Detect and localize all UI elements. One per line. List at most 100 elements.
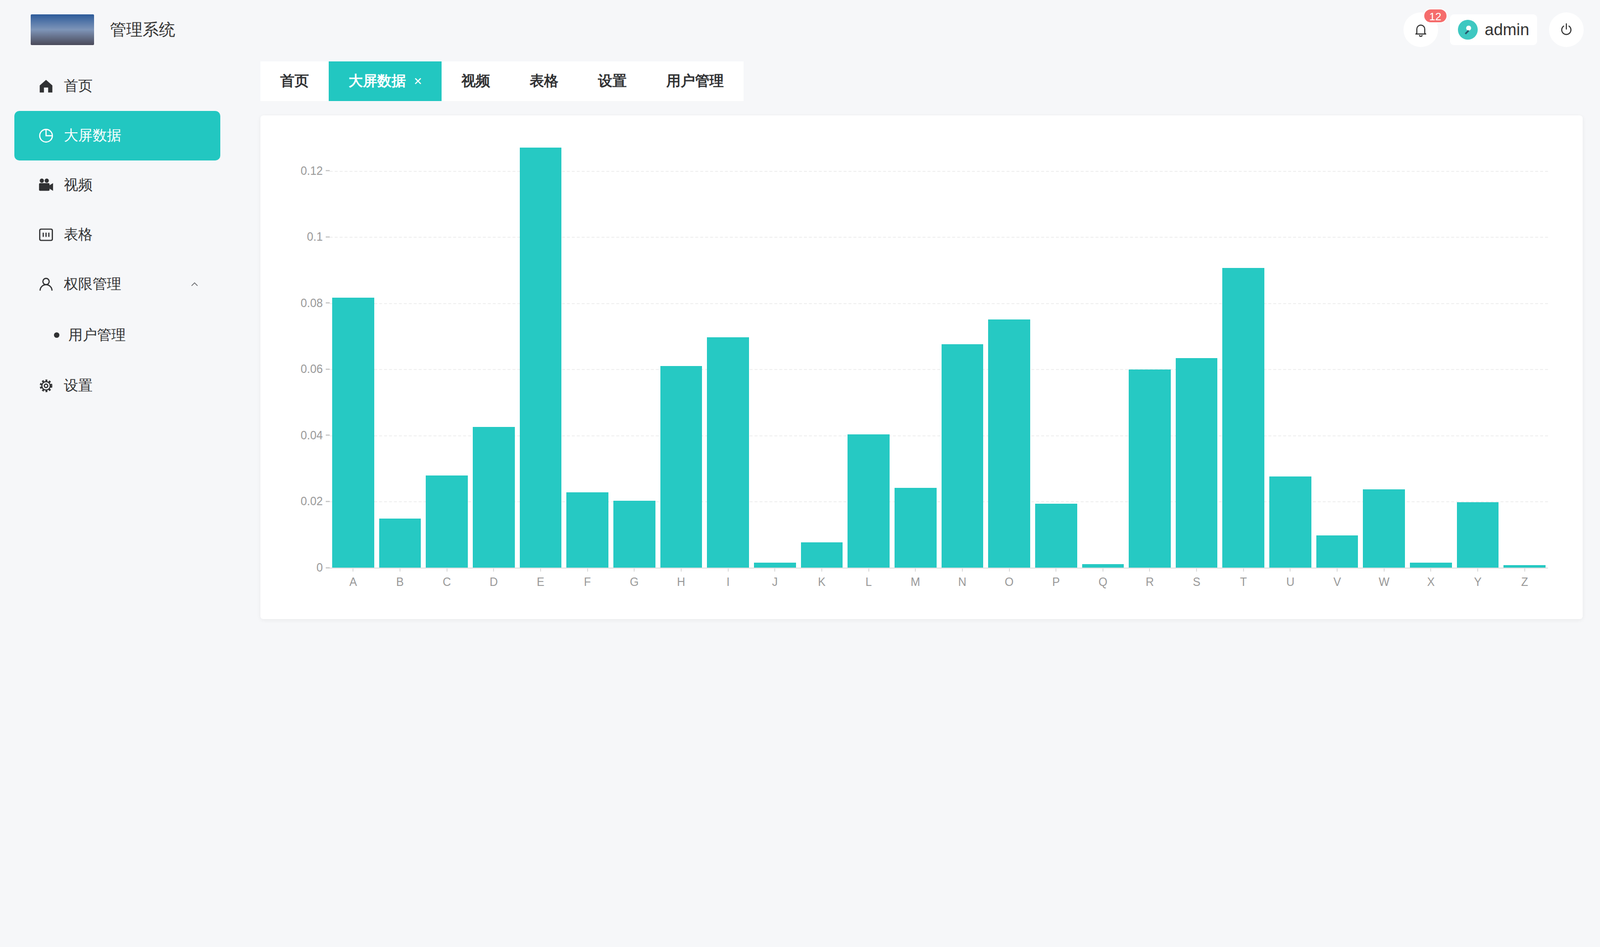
tab-label: 表格 (529, 70, 559, 93)
avatar-icon (1457, 19, 1478, 40)
x-tick-label: Y (1473, 574, 1482, 590)
x-tick: X (1407, 567, 1455, 590)
bar[interactable] (379, 518, 422, 568)
sidebar-subitem[interactable]: 用户管理 (14, 308, 221, 361)
x-tick: Y (1454, 567, 1502, 590)
sidebar-item[interactable]: 表格 (14, 209, 221, 260)
tick-mark (325, 170, 330, 172)
bar-slot (657, 137, 705, 568)
bar[interactable] (894, 487, 937, 568)
user-menu[interactable]: admin (1450, 14, 1538, 46)
bar[interactable] (1035, 503, 1078, 568)
bar[interactable] (425, 475, 468, 568)
user-icon (37, 275, 55, 293)
tab[interactable]: 视频 (441, 61, 510, 101)
user-name[interactable]: admin (1484, 17, 1530, 43)
bar-slot (423, 137, 471, 568)
bar[interactable] (566, 492, 609, 568)
pie-chart-icon (37, 127, 55, 145)
bar[interactable] (472, 426, 515, 568)
bar-slot (1079, 137, 1127, 568)
bar[interactable] (613, 500, 656, 568)
sidebar-item[interactable]: 大屏数据 (14, 110, 221, 161)
x-tick: S (1173, 567, 1221, 590)
bar[interactable] (988, 319, 1031, 568)
x-tick: G (610, 567, 658, 590)
tab-close-button[interactable]: × (413, 74, 422, 89)
x-tick: O (985, 567, 1033, 590)
app-title: 管理系统 (109, 17, 176, 43)
y-tick: 0 (316, 561, 330, 574)
x-tick: H (657, 567, 705, 590)
chevron-icon (188, 278, 201, 291)
x-tick: A (329, 567, 377, 590)
x-tick-label: F (584, 574, 592, 590)
tab-label: 大屏数据 (348, 70, 406, 93)
x-tick-label: H (677, 574, 686, 590)
bar[interactable] (660, 365, 703, 568)
bar-slot (704, 137, 752, 568)
bar[interactable] (1222, 267, 1265, 568)
sidebar-label: 设置 (63, 374, 201, 397)
bell-icon (1412, 21, 1429, 38)
bar[interactable] (1316, 535, 1359, 568)
tab-label: 视频 (461, 70, 491, 93)
x-tick: Q (1079, 567, 1127, 590)
tab[interactable]: 大屏数据 × (328, 61, 442, 101)
bar[interactable] (1503, 564, 1546, 568)
bar-slot (1360, 137, 1408, 568)
sidebar-group[interactable]: 权限管理 (14, 259, 221, 309)
bar-slot (1173, 137, 1221, 568)
x-tick-label: L (865, 574, 872, 590)
bar-slot (610, 137, 658, 568)
x-tick: C (423, 567, 471, 590)
bar[interactable] (941, 344, 984, 568)
tick-mark (325, 566, 330, 568)
x-tick: E (517, 567, 565, 590)
y-tick-label: 0 (316, 561, 323, 574)
bar-slot (798, 137, 846, 568)
tick-mark (325, 302, 330, 304)
notification-badge: 12 (1423, 8, 1448, 24)
bar-slot (517, 137, 565, 568)
x-tick: W (1360, 567, 1408, 590)
bar[interactable] (800, 542, 844, 568)
bar[interactable] (519, 147, 562, 568)
bar-slot (1454, 137, 1502, 568)
bar-slot (1219, 137, 1267, 568)
x-tick: M (892, 567, 940, 590)
sidebar: 首页大屏数据视频表格权限管理用户管理设置 (0, 61, 235, 947)
notification-button[interactable]: 12 (1403, 12, 1439, 48)
sidebar-item[interactable]: 首页 (14, 61, 221, 111)
x-tick-label: Z (1521, 574, 1529, 590)
y-tick-label: 0.06 (300, 363, 323, 375)
bar-slot (1266, 137, 1314, 568)
bar[interactable] (1362, 489, 1405, 568)
x-tick: N (939, 567, 987, 590)
bar[interactable] (1128, 369, 1171, 568)
bar-slot (751, 137, 799, 568)
bar-slot (563, 137, 611, 568)
y-tick: 0.06 (300, 363, 330, 375)
x-tick: V (1313, 567, 1361, 590)
tab[interactable]: 设置 (578, 61, 647, 101)
sidebar-item[interactable]: 视频 (14, 160, 221, 210)
bar[interactable] (1409, 562, 1452, 568)
header: 管理系统 12 admin (0, 0, 1600, 60)
tab[interactable]: 表格 (509, 61, 579, 101)
bar[interactable] (332, 297, 375, 568)
bar[interactable] (847, 434, 890, 568)
bar[interactable] (706, 337, 750, 568)
bar[interactable] (1082, 563, 1125, 568)
logout-button[interactable] (1549, 12, 1584, 48)
grid-line (329, 368, 1549, 370)
bar[interactable] (1456, 501, 1500, 568)
tab[interactable]: 用户管理 (646, 61, 744, 101)
tick-mark (325, 500, 330, 502)
bar[interactable] (1175, 357, 1218, 568)
bar-slot (892, 137, 940, 568)
sidebar-item[interactable]: 设置 (14, 360, 221, 411)
tab[interactable]: 首页 (260, 61, 329, 101)
bar[interactable] (753, 562, 797, 568)
bar[interactable] (1269, 476, 1312, 568)
